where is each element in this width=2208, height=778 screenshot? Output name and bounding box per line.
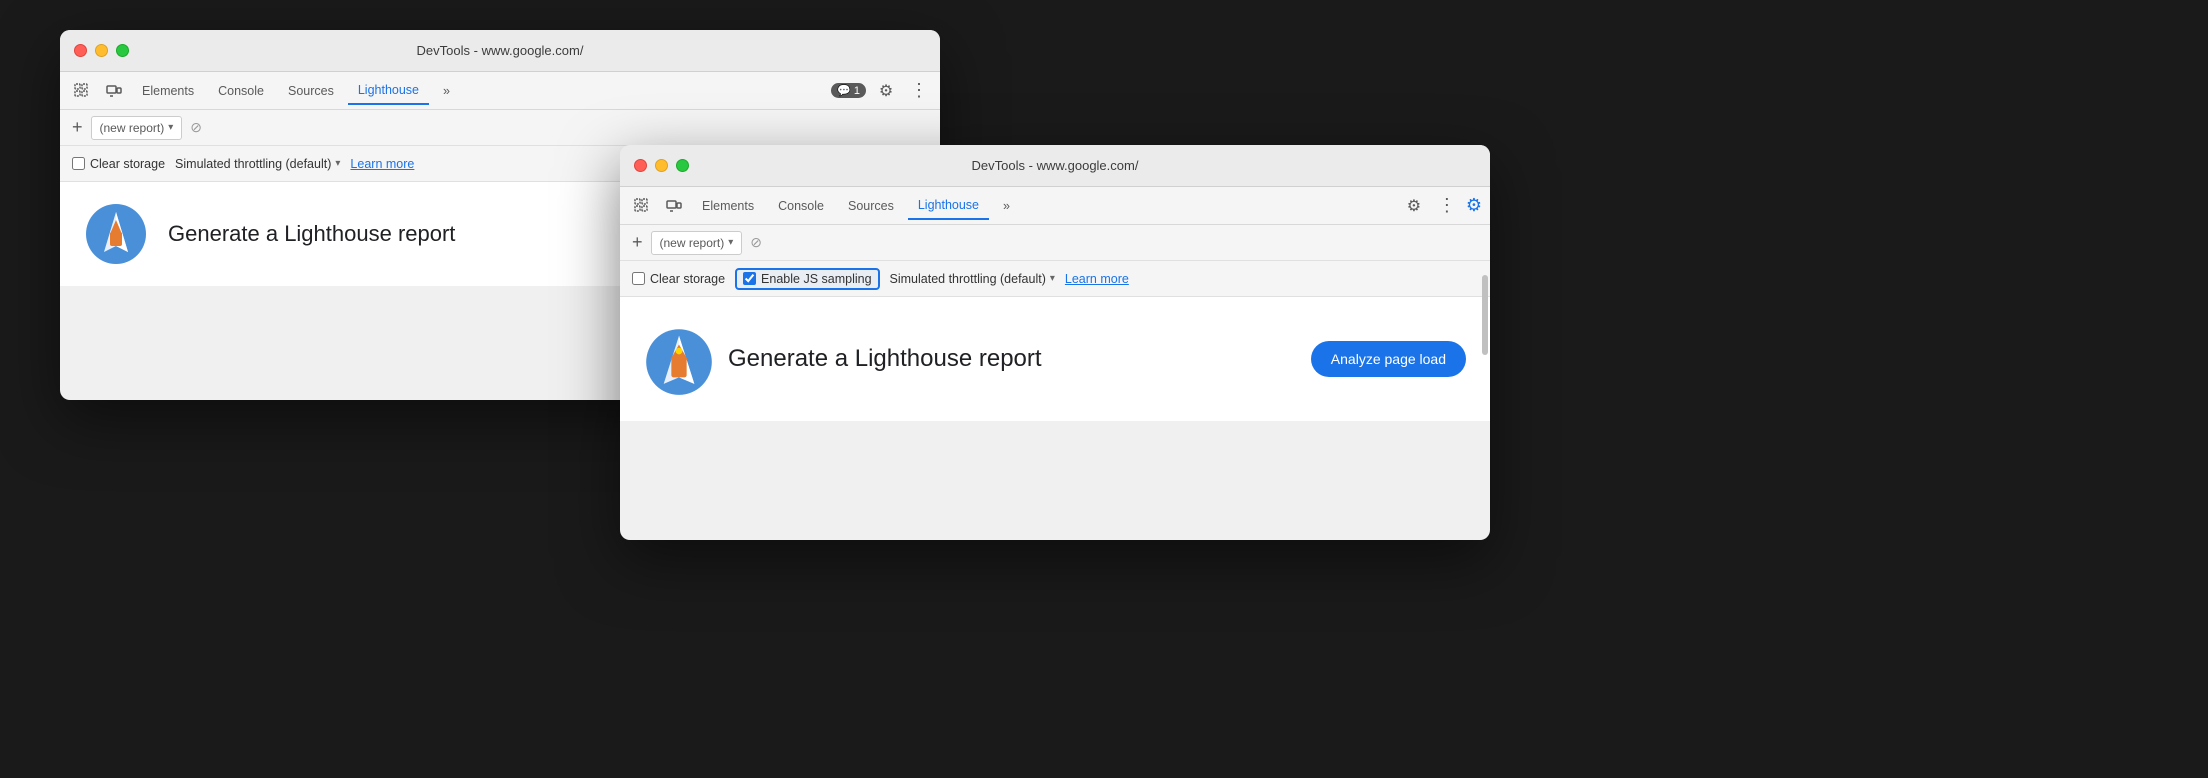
enable-js-sampling-container[interactable]: Enable JS sampling bbox=[735, 268, 879, 290]
options-bar-front: Clear storage Enable JS sampling Simulat… bbox=[620, 261, 1490, 297]
close-button-back[interactable] bbox=[74, 44, 87, 57]
clear-report-icon[interactable]: ⊘ bbox=[190, 119, 202, 136]
tab-more-back[interactable]: » bbox=[433, 78, 460, 104]
toolbar-right-front: ⚙ ⋮ ⚙ bbox=[1400, 192, 1482, 220]
tab-lighthouse-front[interactable]: Lighthouse bbox=[908, 192, 989, 220]
toolbar-front: Elements Console Sources Lighthouse » ⚙ … bbox=[620, 187, 1490, 225]
more-menu-back[interactable]: ⋮ bbox=[906, 80, 932, 101]
minimize-button-front[interactable] bbox=[655, 159, 668, 172]
more-menu-front[interactable]: ⋮ bbox=[1434, 195, 1460, 216]
learn-more-front[interactable]: Learn more bbox=[1065, 272, 1129, 286]
clear-storage-checkbox[interactable] bbox=[72, 157, 85, 170]
tab-elements-back[interactable]: Elements bbox=[132, 78, 204, 104]
window-title-front: DevTools - www.google.com/ bbox=[972, 158, 1139, 173]
tab-sources-front[interactable]: Sources bbox=[838, 193, 904, 219]
traffic-lights-back bbox=[74, 44, 129, 57]
generate-title-front: Generate a Lighthouse report bbox=[728, 345, 1291, 373]
tab-console-front[interactable]: Console bbox=[768, 193, 834, 219]
maximize-button-front[interactable] bbox=[676, 159, 689, 172]
window-title-back: DevTools - www.google.com/ bbox=[417, 43, 584, 58]
sub-toolbar-back: + (new report) ▾ ⊘ bbox=[60, 110, 940, 146]
devtools-window-front: DevTools - www.google.com/ Elements Cons… bbox=[620, 145, 1490, 540]
chat-badge[interactable]: 💬 1 bbox=[831, 83, 866, 98]
scrollbar[interactable] bbox=[1482, 275, 1488, 355]
customize-icon[interactable]: ⚙ bbox=[1466, 195, 1482, 216]
toolbar-back: Elements Console Sources Lighthouse » 💬 … bbox=[60, 72, 940, 110]
main-content-front: Generate a Lighthouse report Analyze pag… bbox=[620, 297, 1490, 421]
settings-gear-front[interactable]: ⚙ bbox=[1400, 192, 1428, 220]
tab-lighthouse-back[interactable]: Lighthouse bbox=[348, 77, 429, 105]
throttle-caret: ▾ bbox=[335, 158, 340, 169]
selector-icon-front[interactable] bbox=[628, 192, 656, 220]
toolbar-right-back: 💬 1 ⚙ ⋮ bbox=[831, 77, 932, 105]
lighthouse-logo-back bbox=[84, 202, 148, 266]
clear-storage-label[interactable]: Clear storage bbox=[72, 157, 165, 171]
throttle-caret-front: ▾ bbox=[1050, 273, 1055, 284]
traffic-lights-front bbox=[634, 159, 689, 172]
device-icon[interactable] bbox=[100, 77, 128, 105]
new-report-dropdown[interactable]: (new report) ▾ bbox=[91, 116, 183, 140]
clear-storage-checkbox-front[interactable] bbox=[632, 272, 645, 285]
tab-more-front[interactable]: » bbox=[993, 193, 1020, 219]
add-report-icon[interactable]: + bbox=[72, 117, 83, 138]
tab-console-back[interactable]: Console bbox=[208, 78, 274, 104]
tab-sources-back[interactable]: Sources bbox=[278, 78, 344, 104]
learn-more-back[interactable]: Learn more bbox=[350, 157, 414, 171]
new-report-dropdown-front[interactable]: (new report) ▾ bbox=[651, 231, 743, 255]
analyze-page-load-btn[interactable]: Analyze page load bbox=[1311, 341, 1466, 377]
title-bar-front: DevTools - www.google.com/ bbox=[620, 145, 1490, 187]
close-button-front[interactable] bbox=[634, 159, 647, 172]
device-icon-front[interactable] bbox=[660, 192, 688, 220]
settings-gear-back[interactable]: ⚙ bbox=[872, 77, 900, 105]
minimize-button-back[interactable] bbox=[95, 44, 108, 57]
add-report-icon-front[interactable]: + bbox=[632, 232, 643, 253]
enable-js-sampling-checkbox[interactable] bbox=[743, 272, 756, 285]
tab-elements-front[interactable]: Elements bbox=[692, 193, 764, 219]
lighthouse-logo-front bbox=[644, 327, 708, 391]
title-bar-back: DevTools - www.google.com/ bbox=[60, 30, 940, 72]
selector-icon[interactable] bbox=[68, 77, 96, 105]
clear-storage-label-front[interactable]: Clear storage bbox=[632, 272, 725, 286]
maximize-button-back[interactable] bbox=[116, 44, 129, 57]
throttle-select-back[interactable]: Simulated throttling (default) ▾ bbox=[175, 157, 340, 171]
clear-report-icon-front[interactable]: ⊘ bbox=[750, 234, 762, 251]
sub-toolbar-front: + (new report) ▾ ⊘ bbox=[620, 225, 1490, 261]
throttle-select-front[interactable]: Simulated throttling (default) ▾ bbox=[890, 272, 1055, 286]
